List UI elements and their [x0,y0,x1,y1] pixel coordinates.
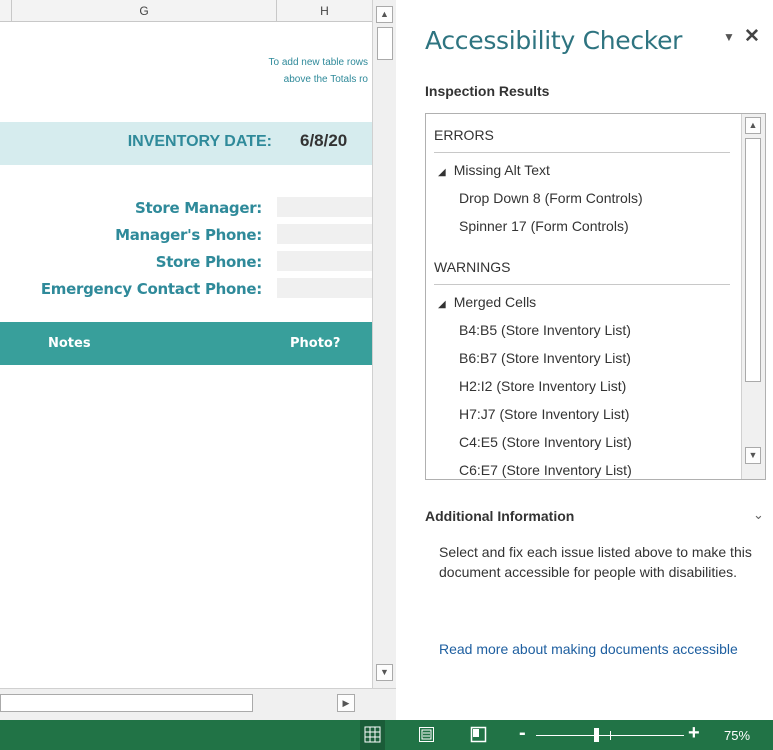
spreadsheet-grid[interactable]: G H To add new table rows above the Tota… [0,0,372,720]
grid-icon[interactable] [360,720,385,750]
table-hint-line-1: To add new table rows [268,57,368,68]
list-item[interactable]: C6:E7 (Store Inventory List) [459,462,632,478]
missing-alt-text-group[interactable]: ◢ Missing Alt Text [438,162,550,178]
group-label: Missing Alt Text [453,162,550,178]
store-manager-cell[interactable] [277,196,372,217]
photo-column-header[interactable]: Photo? [290,336,340,351]
page-break-icon[interactable] [470,726,488,743]
scroll-up-arrow-icon[interactable]: ▲ [376,6,393,23]
manager-phone-label: Manager's Phone: [115,226,262,244]
store-phone-label: Store Phone: [155,253,263,271]
list-item[interactable]: B6:B7 (Store Inventory List) [459,350,631,366]
inventory-date-value[interactable]: 6/8/20 [300,131,347,151]
triangle-collapse-icon[interactable]: ◢ [438,299,446,310]
list-item[interactable]: H2:I2 (Store Inventory List) [459,378,626,394]
group-label: Merged Cells [453,294,537,310]
table-hint-line-2: above the Totals ro [283,74,368,85]
results-scrollbar[interactable]: ▲ ▼ [741,114,765,479]
dropdown-triangle-icon[interactable]: ▼ [723,30,735,44]
horizontal-scroll-thumb[interactable] [0,694,253,712]
column-header-h[interactable]: H [277,0,372,22]
table-header-row: Notes Photo? [0,322,372,365]
store-phone-cell[interactable] [277,250,372,271]
results-scroll-thumb[interactable] [745,138,761,382]
scroll-down-arrow-icon[interactable]: ▼ [376,664,393,681]
sheet-vertical-scrollbar[interactable]: ▲ ▼ [372,0,396,688]
zoom-in-button[interactable]: + [688,722,700,745]
errors-category: ERRORS [434,127,494,143]
inspection-results-heading: Inspection Results [425,83,550,99]
close-icon[interactable]: ✕ [744,25,760,48]
warnings-category: WARNINGS [434,259,511,275]
list-item[interactable]: B4:B5 (Store Inventory List) [459,322,631,338]
additional-information-text: Select and fix each issue listed above t… [439,544,752,580]
zoom-slider-thumb[interactable] [594,728,599,742]
list-item[interactable]: Drop Down 8 (Form Controls) [459,190,643,206]
store-manager-label: Store Manager: [134,199,262,217]
manager-phone-cell[interactable] [277,223,372,244]
list-item[interactable]: Spinner 17 (Form Controls) [459,218,629,234]
status-bar: - + 75% [0,720,773,750]
read-more-link[interactable]: Read more about making documents accessi… [439,639,759,659]
warnings-divider [434,284,730,285]
column-header-row: G H [0,0,372,22]
inspection-results-list[interactable]: ERRORS ◢ Missing Alt Text Drop Down 8 (Fo… [425,113,766,480]
scroll-right-arrow-icon[interactable]: ▶ [337,694,355,712]
sheet-horizontal-scrollbar[interactable]: ▶ [0,688,396,720]
pane-title: Accessibility Checker [425,26,683,55]
list-item[interactable]: C4:E5 (Store Inventory List) [459,434,632,450]
column-header-f[interactable] [0,0,12,22]
zoom-level[interactable]: 75% [724,728,750,743]
list-item[interactable]: H7:J7 (Store Inventory List) [459,406,629,422]
zoom-out-button[interactable]: - [519,722,526,745]
page-layout-icon[interactable] [418,726,436,743]
column-header-g[interactable]: G [12,0,277,22]
scroll-down-arrow-icon[interactable]: ▼ [745,447,761,464]
triangle-collapse-icon[interactable]: ◢ [438,167,446,178]
inventory-date-label: INVENTORY DATE: [127,133,272,150]
errors-divider [434,152,730,153]
emergency-phone-cell[interactable] [277,277,372,298]
zoom-slider-center-mark [610,731,611,740]
additional-information-heading[interactable]: Additional Information [425,508,574,524]
chevron-down-icon[interactable]: ⌄ [753,507,764,523]
scroll-up-arrow-icon[interactable]: ▲ [745,117,761,134]
inventory-date-band: INVENTORY DATE: 6/8/20 [0,122,372,165]
accessibility-checker-pane: Accessibility Checker ▼ ✕ Inspection Res… [396,0,773,720]
merged-cells-group[interactable]: ◢ Merged Cells [438,294,536,310]
emergency-phone-label: Emergency Contact Phone: [40,280,262,298]
scroll-thumb[interactable] [377,27,393,60]
notes-column-header[interactable]: Notes [48,336,91,351]
